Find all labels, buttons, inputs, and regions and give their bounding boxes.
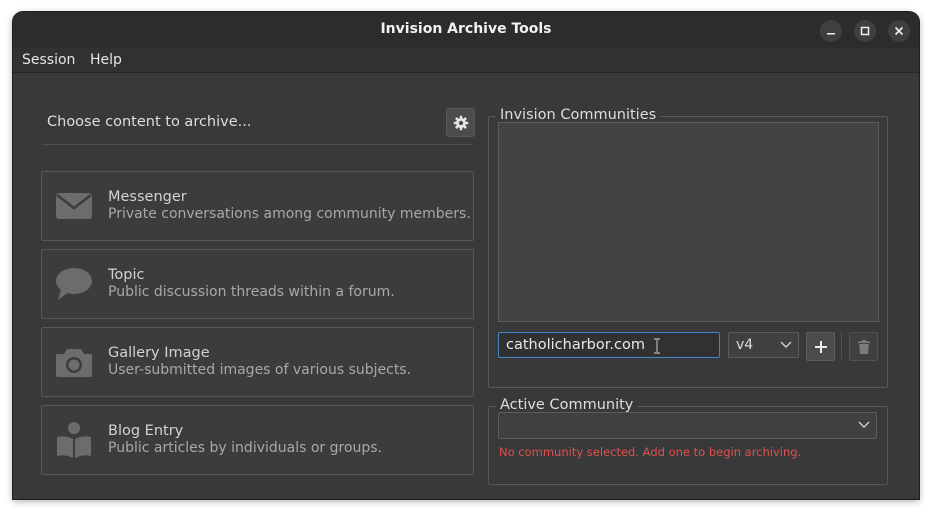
error-message: No community selected. Add one to begin … (499, 445, 802, 459)
card-title: Messenger (108, 189, 187, 205)
menu-help[interactable]: Help (90, 52, 122, 68)
menu-bar: Session Help (13, 48, 919, 73)
close-button[interactable] (888, 20, 910, 42)
content-card-topic[interactable]: Topic Public discussion threads within a… (41, 249, 474, 319)
version-select[interactable]: v4 (728, 332, 799, 358)
card-description: Private conversations among community me… (108, 206, 471, 222)
card-description: Public discussion threads within a forum… (108, 284, 395, 300)
minimize-button[interactable] (820, 20, 842, 42)
camera-icon (55, 343, 93, 381)
communities-list[interactable] (498, 122, 879, 322)
divider (42, 144, 473, 145)
communities-group-label: Invision Communities (496, 107, 661, 123)
app-window: Invision Archive Tools Session Help Choo… (13, 12, 919, 499)
window-title: Invision Archive Tools (380, 21, 552, 37)
add-community-button[interactable] (806, 332, 835, 361)
chevron-down-icon (780, 341, 792, 348)
card-description: User-submitted images of various subject… (108, 362, 412, 378)
content-card-blog-entry[interactable]: Blog Entry Public articles by individual… (41, 405, 474, 475)
close-icon (894, 26, 904, 36)
maximize-icon (860, 26, 870, 36)
delete-community-button[interactable] (849, 332, 878, 361)
plus-icon (814, 340, 827, 353)
version-select-value: v4 (736, 337, 754, 353)
card-title: Blog Entry (108, 423, 184, 439)
trash-icon (857, 339, 870, 354)
card-title: Gallery Image (108, 345, 210, 361)
content-card-messenger[interactable]: Messenger Private conversations among co… (41, 171, 474, 241)
menu-session[interactable]: Session (22, 52, 75, 68)
minimize-icon (827, 33, 835, 35)
active-community-select[interactable] (498, 412, 877, 439)
envelope-icon (55, 187, 93, 225)
gear-icon (453, 115, 468, 130)
maximize-button[interactable] (854, 20, 876, 42)
speech-bubble-icon (55, 265, 93, 303)
main-content: Choose content to archive... Messenger P… (13, 73, 919, 499)
choose-content-label: Choose content to archive... (47, 114, 252, 130)
content-card-gallery-image[interactable]: Gallery Image User-submitted images of v… (41, 327, 474, 397)
text-cursor-icon (654, 338, 660, 354)
community-url-input[interactable]: catholicharbor.com (498, 332, 720, 358)
chevron-down-icon (858, 421, 870, 428)
title-bar[interactable]: Invision Archive Tools (13, 12, 919, 48)
reader-icon (55, 421, 93, 459)
settings-button[interactable] (446, 108, 475, 137)
button-separator (841, 332, 842, 359)
card-title: Topic (108, 267, 145, 283)
active-community-group-label: Active Community (496, 397, 638, 413)
card-description: Public articles by individuals or groups… (108, 440, 383, 456)
